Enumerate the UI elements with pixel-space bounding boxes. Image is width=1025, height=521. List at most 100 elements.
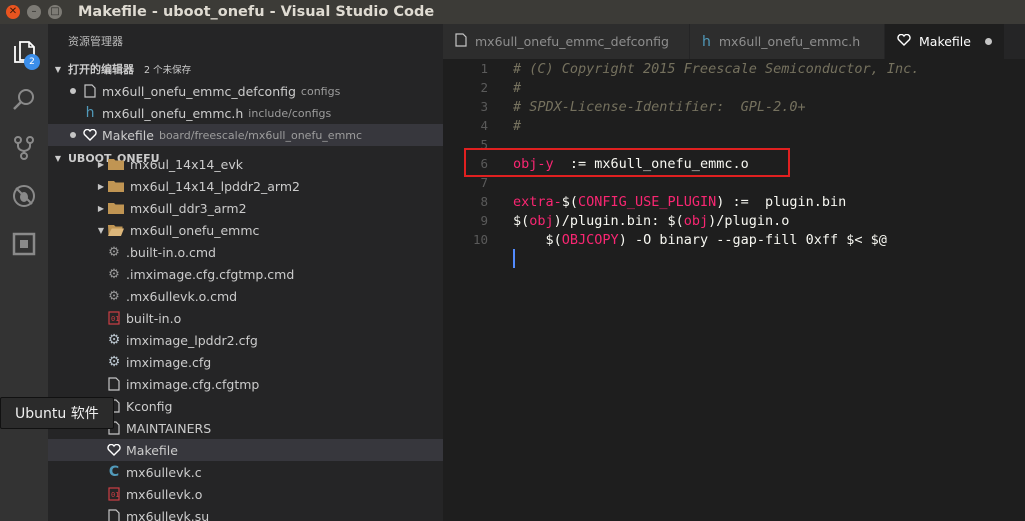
tree-file[interactable]: C mx6ullevk.c bbox=[48, 461, 443, 483]
tree-label: Kconfig bbox=[126, 398, 173, 414]
code-token: )/plugin.o bbox=[708, 212, 790, 229]
binary-file-icon: 01 bbox=[106, 486, 122, 502]
tab-makefile[interactable]: Makefile bbox=[885, 24, 1005, 59]
extensions-activity-button[interactable] bbox=[0, 220, 48, 268]
line-number: 2 bbox=[480, 80, 488, 95]
tree-label: mx6ul_14x14_evk bbox=[130, 156, 243, 172]
open-editor-item[interactable]: Makefile board/freescale/mx6ull_onefu_em… bbox=[48, 124, 443, 146]
tree-file[interactable]: ⚙ .imximage.cfg.cfgtmp.cmd bbox=[48, 263, 443, 285]
gear-icon: ⚙ bbox=[108, 288, 120, 304]
debug-icon bbox=[13, 185, 35, 207]
code-token: OBJCOPY bbox=[561, 231, 619, 248]
c-header-file-icon: h bbox=[702, 33, 711, 50]
open-editor-name: mx6ull_onefu_emmc_defconfig bbox=[102, 83, 296, 99]
tree-label: mx6ullevk.c bbox=[126, 464, 202, 480]
code-text: # bbox=[513, 79, 522, 96]
chevron-right-icon: ▶ bbox=[97, 159, 105, 169]
tree-file[interactable]: ⚙ imximage_lpddr2.cfg bbox=[48, 329, 443, 351]
search-activity-button[interactable] bbox=[0, 76, 48, 124]
tree-folder[interactable]: ▶ mx6ul_14x14_lpddr2_arm2 bbox=[48, 175, 443, 197]
code-token: $( bbox=[513, 231, 562, 248]
open-editor-item[interactable]: mx6ull_onefu_emmc_defconfig configs bbox=[48, 80, 443, 102]
editor-tabs: mx6ull_onefu_emmc_defconfig h mx6ull_one… bbox=[443, 24, 1025, 59]
editor-area: mx6ull_onefu_emmc_defconfig h mx6ull_one… bbox=[443, 24, 1025, 521]
line-number: 4 bbox=[480, 118, 488, 133]
code-text: extra-$(CONFIG_USE_PLUGIN) := plugin.bin bbox=[513, 194, 846, 210]
window-title: Makefile - uboot_onefu - Visual Studio C… bbox=[78, 4, 435, 20]
gear-icon: ⚙ bbox=[108, 244, 120, 260]
explorer-activity-button[interactable]: 2 bbox=[0, 28, 48, 76]
tree-label: mx6ullevk.o bbox=[126, 486, 203, 502]
makefile-heart-icon bbox=[82, 127, 98, 143]
tab-defconfig[interactable]: mx6ull_onefu_emmc_defconfig bbox=[443, 24, 690, 59]
code-text: $(OBJCOPY) -O binary --gap-fill 0xff $< … bbox=[513, 232, 887, 248]
code-line: 9 $(obj)/plugin.bin: $(obj)/plugin.o bbox=[443, 211, 1025, 230]
tree-file[interactable]: 01 mx6ullevk.o bbox=[48, 483, 443, 505]
folder-icon bbox=[108, 202, 124, 214]
line-number: 8 bbox=[480, 194, 488, 209]
code-line: 1 # (C) Copyright 2015 Freescale Semicon… bbox=[443, 59, 1025, 78]
chevron-down-icon: ▼ bbox=[54, 64, 62, 74]
code-token: $( bbox=[513, 212, 530, 229]
open-editor-path: include/configs bbox=[248, 106, 332, 120]
tab-emmc-header[interactable]: h mx6ull_onefu_emmc.h bbox=[690, 24, 885, 59]
chevron-right-icon: ▶ bbox=[97, 203, 105, 213]
gear-icon: ⚙ bbox=[108, 266, 120, 282]
code-token: $( bbox=[667, 212, 684, 229]
tree-label: built-in.o bbox=[126, 310, 182, 326]
tree-file[interactable]: ⚙ .built-in.o.cmd bbox=[48, 241, 443, 263]
file-icon bbox=[455, 33, 467, 50]
tab-label: mx6ull_onefu_emmc.h bbox=[718, 34, 861, 49]
unsaved-dot-icon bbox=[70, 132, 76, 138]
tree-file-selected[interactable]: Makefile bbox=[48, 439, 443, 461]
tree-label: .built-in.o.cmd bbox=[126, 244, 216, 260]
makefile-heart-icon bbox=[897, 33, 911, 49]
code-token: ) -O binary --gap-fill 0xff $< $@ bbox=[618, 231, 887, 248]
code-line: 10 $(OBJCOPY) -O binary --gap-fill 0xff … bbox=[443, 230, 1025, 249]
line-number: 9 bbox=[480, 213, 488, 228]
code-line: 4 # bbox=[443, 116, 1025, 135]
code-token: extra- bbox=[513, 193, 562, 210]
tree-label: MAINTAINERS bbox=[126, 420, 212, 436]
open-editors-section-header[interactable]: ▼ 打开的编辑器 2 个未保存 bbox=[48, 58, 443, 80]
window-maximize-button[interactable]: □ bbox=[48, 5, 62, 19]
tab-label: mx6ull_onefu_emmc_defconfig bbox=[475, 34, 669, 49]
tree-label: .imximage.cfg.cfgtmp.cmd bbox=[126, 266, 295, 282]
text-cursor bbox=[513, 249, 515, 268]
tree-file[interactable]: ⚙ .mx6ullevk.o.cmd bbox=[48, 285, 443, 307]
open-editor-item[interactable]: h mx6ull_onefu_emmc.h include/configs bbox=[48, 102, 443, 124]
folder-icon bbox=[108, 180, 124, 192]
unsaved-dot-icon[interactable] bbox=[984, 38, 992, 45]
tree-file[interactable]: 01 built-in.o bbox=[48, 307, 443, 329]
open-editor-path: configs bbox=[300, 84, 341, 98]
activity-bar: 2 bbox=[0, 24, 48, 521]
open-editor-path: board/freescale/mx6ull_onefu_emmc bbox=[158, 128, 363, 142]
tree-folder[interactable]: ▶ mx6ull_ddr3_arm2 bbox=[48, 197, 443, 219]
extensions-icon bbox=[12, 232, 36, 256]
title-bar: ✕ – □ Makefile - uboot_onefu - Visual St… bbox=[0, 0, 1025, 24]
tree-file[interactable]: imximage.cfg.cfgtmp bbox=[48, 373, 443, 395]
tree-label: imximage.cfg.cfgtmp bbox=[126, 376, 260, 392]
tree-folder-open[interactable]: ▼ mx6ull_onefu_emmc bbox=[48, 219, 443, 241]
code-token: CONFIG_USE_PLUGIN bbox=[578, 193, 717, 210]
window-close-button[interactable]: ✕ bbox=[6, 5, 20, 19]
folder-icon bbox=[108, 158, 124, 170]
tree-file[interactable]: ⚙ imximage.cfg bbox=[48, 351, 443, 373]
code-token: $( bbox=[561, 193, 579, 210]
settings-file-icon: ⚙ bbox=[107, 332, 121, 348]
tree-label: .mx6ullevk.o.cmd bbox=[126, 288, 238, 304]
tree-label: imximage_lpddr2.cfg bbox=[126, 332, 258, 348]
line-number: 3 bbox=[480, 99, 488, 114]
code-editor[interactable]: 1 # (C) Copyright 2015 Freescale Semicon… bbox=[443, 59, 1025, 521]
tree-file[interactable]: mx6ullevk.su bbox=[48, 505, 443, 521]
code-line: 2 # bbox=[443, 78, 1025, 97]
window-minimize-button[interactable]: – bbox=[27, 5, 41, 19]
debug-activity-button[interactable] bbox=[0, 172, 48, 220]
source-control-activity-button[interactable] bbox=[0, 124, 48, 172]
code-token: )/plugin.bin: bbox=[553, 212, 668, 229]
line-number: 1 bbox=[480, 61, 488, 76]
tree-folder[interactable]: ▶ mx6ul_14x14_evk bbox=[48, 153, 443, 175]
tree-label: mx6ul_14x14_lpddr2_arm2 bbox=[130, 178, 300, 194]
settings-file-icon: ⚙ bbox=[107, 354, 121, 370]
explorer-header: 资源管理器 bbox=[68, 35, 123, 48]
